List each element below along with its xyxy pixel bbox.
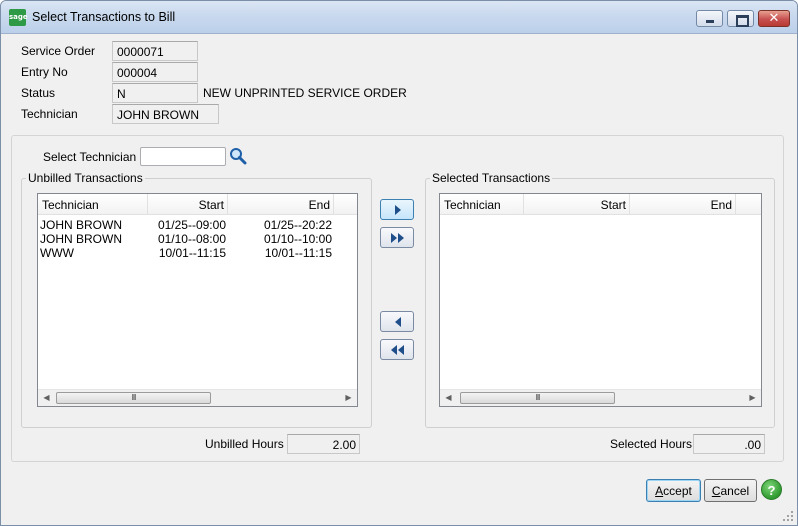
scrollbar-thumb[interactable]: III [460, 392, 615, 404]
arrow-right-icon [398, 233, 404, 243]
move-selected-right-button[interactable] [380, 199, 414, 220]
scroll-right-arrow-icon[interactable]: ▶ [340, 390, 357, 406]
selected-col-end[interactable]: End [630, 194, 736, 215]
selected-transactions-title: Selected Transactions [430, 171, 553, 185]
service-order-field: 0000071 [112, 41, 198, 61]
scrollbar-thumb[interactable]: III [56, 392, 211, 404]
accept-button[interactable]: Accept [646, 479, 701, 502]
row-technician: JOHN BROWN [40, 218, 122, 232]
select-technician-input[interactable] [140, 147, 226, 166]
close-button[interactable]: ✕ [758, 10, 790, 27]
resize-grip-icon[interactable] [782, 510, 794, 522]
row-end: 10/01--11:15 [264, 246, 332, 260]
status-description: NEW UNPRINTED SERVICE ORDER [203, 86, 407, 100]
unbilled-hours-label: Unbilled Hours [205, 437, 284, 451]
help-icon[interactable]: ? [761, 479, 782, 500]
accept-label-rest: ccept [663, 484, 692, 498]
selected-col-technician[interactable]: Technician [440, 194, 524, 215]
row-technician: WWW [40, 246, 74, 260]
close-icon: ✕ [768, 10, 780, 25]
technician-label: Technician [21, 107, 78, 121]
move-all-left-button[interactable] [380, 339, 414, 360]
row-end: 01/10--10:00 [263, 232, 332, 246]
table-row[interactable]: JOHN BROWN 01/10--08:00 01/10--10:00 [38, 232, 338, 246]
sage-app-icon: sage [9, 9, 28, 26]
unbilled-col-start[interactable]: Start [148, 194, 228, 215]
move-all-right-button[interactable] [380, 227, 414, 248]
selected-transactions-group: Selected Transactions Technician Start E… [425, 171, 775, 428]
unbilled-col-end[interactable]: End [228, 194, 334, 215]
unbilled-hours-field: 2.00 [287, 434, 360, 454]
move-selected-left-button[interactable] [380, 311, 414, 332]
row-start: 10/01--11:15 [158, 246, 226, 260]
unbilled-col-technician[interactable]: Technician [38, 194, 148, 215]
unbilled-transactions-group: Unbilled Transactions Technician Start E… [21, 171, 372, 428]
selected-list-header: Technician Start End [440, 194, 761, 215]
selected-hours-field: .00 [693, 434, 765, 454]
entry-no-label: Entry No [21, 65, 68, 79]
selected-transactions-list[interactable]: Technician Start End ◀ III ▶ [439, 193, 762, 407]
cancel-button[interactable]: Cancel [704, 479, 757, 502]
row-technician: JOHN BROWN [40, 232, 122, 246]
unbilled-transactions-list[interactable]: Technician Start End JOHN BROWN 01/25--09… [37, 193, 358, 407]
table-row[interactable]: WWW 10/01--11:15 10/01--11:15 [38, 246, 338, 260]
title-bar[interactable]: sage Select Transactions to Bill ✕ [1, 1, 797, 34]
selected-hours-label: Selected Hours [610, 437, 693, 451]
selected-horizontal-scrollbar[interactable]: ◀ III ▶ [440, 389, 761, 406]
select-technician-label: Select Technician [43, 150, 137, 164]
scroll-left-arrow-icon[interactable]: ◀ [440, 390, 457, 406]
arrow-right-icon [395, 205, 401, 215]
unbilled-transactions-title: Unbilled Transactions [26, 171, 145, 185]
cancel-label-rest: ancel [720, 484, 750, 498]
row-start: 01/25--09:00 [157, 218, 226, 232]
service-order-label: Service Order [21, 44, 96, 58]
transactions-panel: Select Technician Unbilled Transactions … [11, 135, 784, 462]
unbilled-list-header: Technician Start End [38, 194, 357, 215]
select-transactions-window: sage Select Transactions to Bill ✕ Servi… [0, 0, 798, 526]
technician-field: JOHN BROWN [112, 104, 219, 124]
row-end: 01/25--20:22 [263, 218, 332, 232]
search-icon[interactable] [229, 147, 247, 165]
table-row[interactable]: JOHN BROWN 01/25--09:00 01/25--20:22 [38, 218, 338, 232]
window-title: Select Transactions to Bill [32, 10, 176, 24]
selected-col-start[interactable]: Start [524, 194, 630, 215]
scroll-right-arrow-icon[interactable]: ▶ [744, 390, 761, 406]
status-label: Status [21, 86, 56, 100]
arrow-left-icon [395, 317, 401, 327]
accept-mnemonic: A [655, 484, 664, 498]
arrow-right-icon [391, 233, 397, 243]
unbilled-horizontal-scrollbar[interactable]: ◀ III ▶ [38, 389, 357, 406]
maximize-button[interactable] [727, 10, 754, 27]
entry-no-field: 000004 [112, 62, 198, 82]
arrow-left-icon [398, 345, 404, 355]
scroll-left-arrow-icon[interactable]: ◀ [38, 390, 55, 406]
status-field: N [112, 83, 198, 103]
row-start: 01/10--08:00 [157, 232, 226, 246]
minimize-button[interactable] [696, 10, 723, 27]
arrow-left-icon [391, 345, 397, 355]
